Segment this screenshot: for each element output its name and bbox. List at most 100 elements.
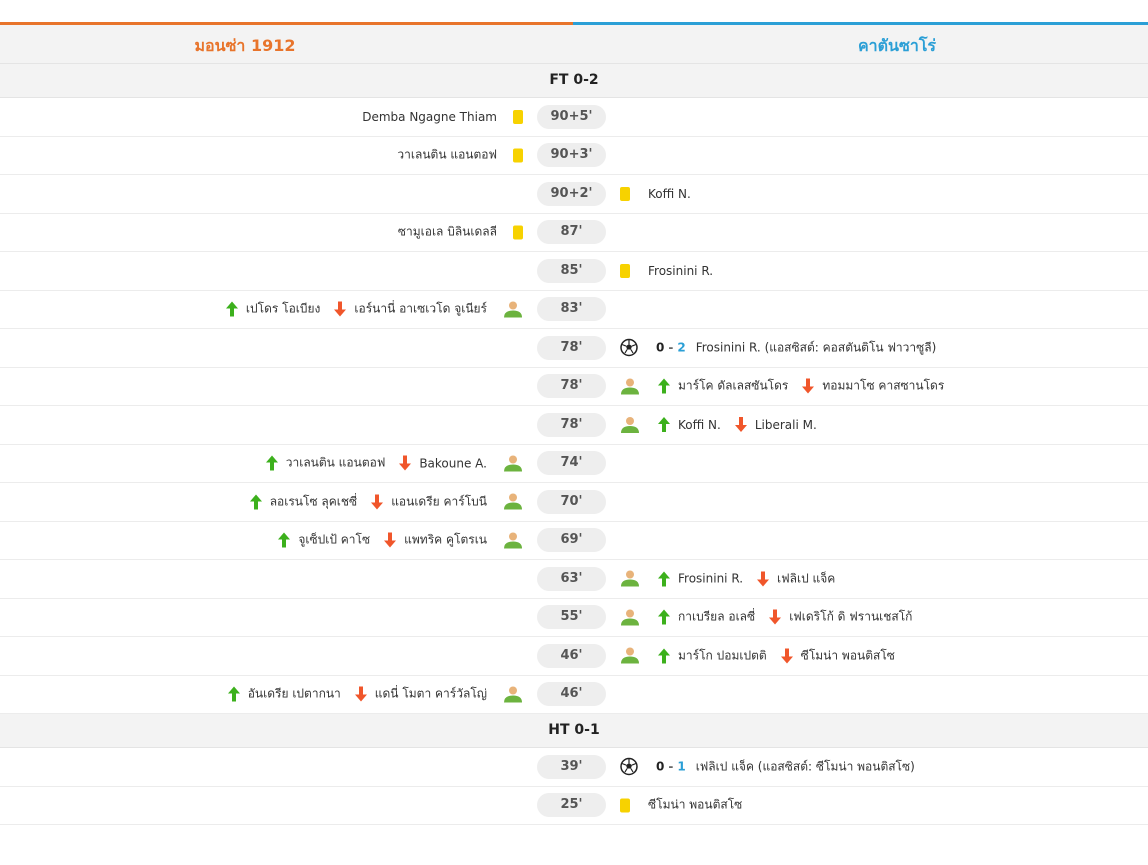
player-in-name[interactable]: Koffi N. [678,418,721,432]
player-in-name[interactable]: กาเบรียล อเลซี่ [678,608,755,627]
sub-in-arrow-icon [658,571,670,587]
sub-out-arrow-icon [734,417,747,433]
minute-badge: 63' [537,566,606,591]
substitution-icon [503,531,523,549]
score-dash: - [668,340,674,355]
minute-badge: 83' [537,297,606,322]
player-in-name[interactable]: มาร์โค ดัลเลสซันโดร [678,377,788,396]
player-name[interactable]: Koffi N. [648,187,691,201]
player-in-name[interactable]: จูเซ็ปเป้ คาโซ [298,531,370,550]
minute-badge: 90+3' [537,143,606,168]
substitution-icon [503,300,523,318]
player-name[interactable]: วาเลนติน แอนตอฟ [397,146,497,165]
minute-badge: 90+2' [537,181,606,206]
sub-in-arrow-icon [658,648,670,664]
player-in-name[interactable]: เปโดร โอเบียง [246,300,320,319]
event-row: 25' ซีโมน่า พอนติสโซ [0,787,1148,825]
yellow-card-icon [620,186,630,201]
home-team-name[interactable]: มอนซ่า 1912 [0,34,490,59]
goal-score: 0-2 [656,341,686,355]
sub-out-arrow-icon [334,301,347,317]
sub-out-arrow-icon [802,378,815,394]
event-row: 74' วาเลนติน แอนตอฟ Bakoune A. [0,445,1148,483]
sub-in-arrow-icon [658,378,670,394]
yellow-card-icon [513,225,523,240]
goal-ball-icon [620,339,638,357]
event-row: 78' Koffi N. Liberali M. [0,406,1148,445]
player-out-name[interactable]: เฟเดริโก้ ดิ ฟรานเชสโก้ [789,608,912,627]
player-out-name[interactable]: เฟลิเป แจ็ค [777,569,835,588]
player-out-name[interactable]: Liberali M. [755,418,817,432]
away-event: 0-2 Frosinini R. (แอสซิสต์: คอสตันติโน ฟา… [620,338,936,357]
halftime-header: HT 0-1 [0,714,1148,748]
player-name[interactable]: ซามูเอเล บิลินเดลลี [398,223,497,242]
substitution-icon [620,608,640,626]
substitution-icon [503,685,523,703]
sub-in-arrow-icon [658,609,670,625]
team-header: มอนซ่า 1912 คาตันซาโร่ [0,25,1148,64]
score-home: 0 [656,759,665,774]
player-in-name[interactable]: ลอเรนโซ ลุคเชซี่ [270,492,358,511]
away-event: Frosinini R. [620,263,713,278]
sub-out-arrow-icon [371,494,384,510]
away-event: มาร์โก ปอมเปตติ ซีโมน่า พอนติสโซ [620,646,895,665]
player-out-name[interactable]: ซีโมน่า พอนติสโซ [801,646,895,665]
score-away: 1 [677,759,686,774]
event-row: 83' เปโดร โอเบียง เอร์นานี่ อาเซเวโด จูเนี… [0,291,1148,329]
player-out-name[interactable]: แอนเดรีย คาร์โบนี [391,492,487,511]
sub-in-arrow-icon [278,532,291,548]
minute-badge: 78' [537,374,606,399]
player-name[interactable]: Demba Ngagne Thiam [362,110,497,124]
player-out-name[interactable]: ทอมมาโซ คาสซานโดร [822,377,944,396]
home-event: วาเลนติน แอนตอฟ [397,146,523,165]
event-row: 90+5' Demba Ngagne Thiam [0,98,1148,137]
player-in-name[interactable]: วาเลนติน แอนตอฟ [286,454,386,473]
sub-out-arrow-icon [769,609,782,625]
player-out-name[interactable]: Bakoune A. [419,456,487,470]
player-name[interactable]: ซีโมน่า พอนติสโซ [648,796,742,815]
away-event: ซีโมน่า พอนติสโซ [620,796,742,815]
yellow-card-icon [513,148,523,163]
minute-badge: 87' [537,220,606,245]
goal-score: 0-1 [656,760,686,774]
substitution-icon [503,454,523,472]
yellow-card-icon [620,798,630,813]
sub-in-arrow-icon [249,494,262,510]
sub-out-arrow-icon [399,455,412,471]
substitution-icon [620,416,640,434]
player-in-name[interactable]: มาร์โก ปอมเปตติ [678,646,767,665]
away-event: Frosinini R. เฟลิเป แจ็ค [620,569,835,588]
sub-out-arrow-icon [780,648,793,664]
sub-out-arrow-icon [757,571,770,587]
goal-description[interactable]: Frosinini R. (แอสซิสต์: คอสตันติโน ฟาวาซ… [696,338,937,357]
event-row: 85' Frosinini R. [0,252,1148,291]
home-event: อันเดรีย เปตากนา แดนี่ โมตา คาร์วัลโญ่ [227,685,523,704]
event-row: 78' 0-2 Frosinini R. (แอสซิสต์: คอสตันติโน… [0,329,1148,368]
substitution-icon [620,570,640,588]
event-row: 69' จูเซ็ปเป้ คาโซ แพทริค คูโตรเน [0,522,1148,560]
player-out-name[interactable]: เอร์นานี่ อาเซเวโด จูเนียร์ [354,300,487,319]
away-event: 0-1 เฟลิเป แจ็ค (แอสซิสต์: ซีโมน่า พอนติส… [620,757,915,776]
event-row: 87' ซามูเอเล บิลินเดลลี [0,214,1148,252]
minute-badge: 55' [537,605,606,630]
player-name[interactable]: Frosinini R. [648,264,713,278]
sub-in-arrow-icon [225,301,238,317]
score-home: 0 [656,340,665,355]
away-event: มาร์โค ดัลเลสซันโดร ทอมมาโซ คาสซานโดร [620,377,944,396]
player-in-name[interactable]: อันเดรีย เปตากนา [248,685,341,704]
home-event: เปโดร โอเบียง เอร์นานี่ อาเซเวโด จูเนียร์ [225,300,523,319]
player-in-name[interactable]: Frosinini R. [678,572,743,586]
goal-description[interactable]: เฟลิเป แจ็ค (แอสซิสต์: ซีโมน่า พอนติสโซ) [696,757,915,776]
player-out-name[interactable]: แดนี่ โมตา คาร์วัลโญ่ [375,685,487,704]
minute-badge: 74' [537,451,606,476]
away-team-name[interactable]: คาตันซาโร่ [640,34,1148,59]
score-dash: - [668,759,674,774]
player-out-name[interactable]: แพทริค คูโตรเน [404,531,487,550]
home-event: จูเซ็ปเป้ คาโซ แพทริค คูโตรเน [278,531,523,550]
event-row: 90+2' Koffi N. [0,175,1148,214]
minute-badge: 46' [537,643,606,668]
sub-out-arrow-icon [384,532,397,548]
yellow-card-icon [513,109,523,124]
event-row: 90+3' วาเลนติน แอนตอฟ [0,137,1148,175]
goal-ball-icon [620,758,638,776]
